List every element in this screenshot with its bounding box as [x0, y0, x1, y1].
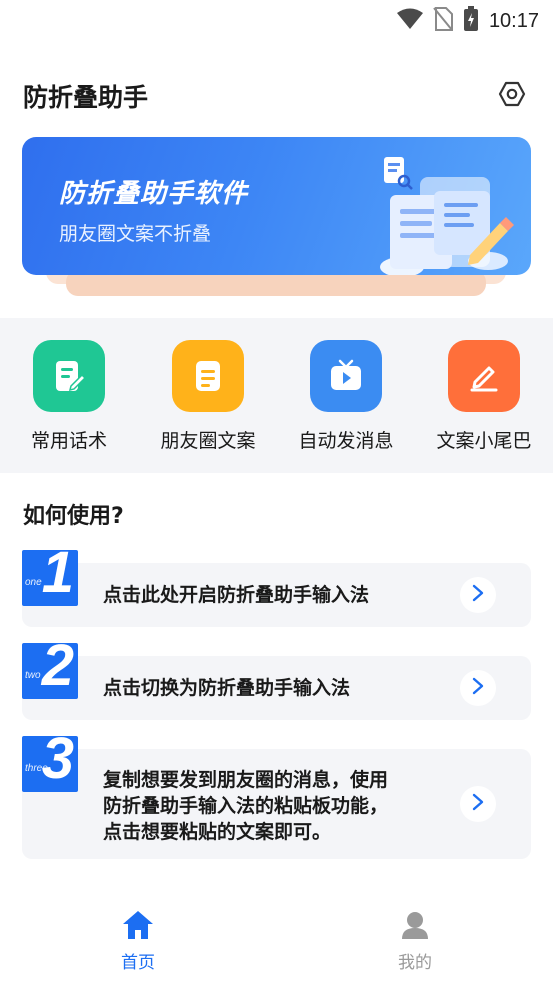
wifi-icon [396, 8, 423, 34]
step-number: 3 [41, 736, 74, 791]
step-number: 2 [41, 643, 74, 698]
chevron-right-icon [471, 677, 485, 699]
step-paste-copy[interactable]: three 3 复制想要发到朋友圈的消息，使用 防折叠助手输入法的粘贴板功能， … [22, 736, 531, 859]
banner-subtitle: 朋友圈文案不折叠 [59, 223, 212, 245]
document-illustration-icon [362, 151, 522, 275]
step-badge: three 3 [22, 736, 78, 792]
step-text-line: 点击想要粘贴的文案即可。 [103, 821, 332, 843]
step-arrow-button[interactable] [460, 577, 496, 613]
feature-label: 朋友圈文案 [160, 430, 256, 452]
bottom-nav: 首页 我的 [0, 900, 553, 983]
tv-play-icon [310, 340, 382, 412]
user-icon [375, 908, 455, 942]
step-word: one [25, 577, 42, 588]
feature-auto-message[interactable]: 自动发消息 [281, 340, 411, 453]
step-text: 点击切换为防折叠助手输入法 [103, 677, 351, 699]
step-badge: one 1 [22, 550, 78, 606]
step-arrow-button[interactable] [460, 786, 496, 822]
step-number: 1 [41, 550, 74, 605]
feature-label: 文案小尾巴 [436, 430, 532, 452]
step-text: 点击此处开启防折叠助手输入法 [103, 584, 370, 606]
pen-icon [448, 340, 520, 412]
step-word: two [25, 670, 41, 681]
feature-label: 常用话术 [30, 430, 107, 452]
step-switch-ime[interactable]: two 2 点击切换为防折叠助手输入法 [22, 643, 531, 720]
document-icon [172, 340, 244, 412]
step-arrow-button[interactable] [460, 670, 496, 706]
howto-title: 如何使用? [23, 504, 124, 529]
status-bar: 10:17 [0, 0, 553, 40]
nav-home-label: 首页 [121, 953, 155, 973]
battery-charging-icon [463, 6, 479, 36]
step-text-line: 防折叠助手输入法的粘贴板功能， [103, 795, 389, 817]
step-enable-ime[interactable]: one 1 点击此处开启防折叠助手输入法 [22, 550, 531, 627]
chevron-right-icon [471, 584, 485, 606]
note-edit-icon [33, 340, 105, 412]
chevron-right-icon [471, 793, 485, 815]
feature-grid: 常用话术 朋友圈文案 自动发消息 文案小尾巴 [0, 318, 553, 473]
feature-label: 自动发消息 [298, 430, 394, 452]
settings-hexagon-icon [498, 80, 526, 112]
settings-button[interactable] [496, 80, 528, 112]
status-time: 10:17 [488, 9, 539, 32]
nav-home[interactable]: 首页 [98, 908, 178, 973]
step-text: 复制想要发到朋友圈的消息，使用 防折叠助手输入法的粘贴板功能， 点击想要粘贴的文… [103, 767, 388, 845]
no-sim-icon [433, 7, 453, 35]
nav-mine[interactable]: 我的 [375, 908, 455, 973]
step-badge: two 2 [22, 643, 78, 699]
feature-copy-tail[interactable]: 文案小尾巴 [419, 340, 549, 453]
banner-title: 防折叠助手软件 [59, 179, 249, 209]
home-icon [98, 908, 178, 942]
step-text-line: 复制想要发到朋友圈的消息，使用 [103, 769, 389, 791]
feature-moments-copy[interactable]: 朋友圈文案 [143, 340, 273, 453]
page-title: 防折叠助手 [23, 83, 149, 112]
promo-banner[interactable]: 防折叠助手软件 朋友圈文案不折叠 [22, 137, 531, 275]
nav-mine-label: 我的 [398, 953, 432, 973]
feature-common-phrases[interactable]: 常用话术 [4, 340, 134, 453]
